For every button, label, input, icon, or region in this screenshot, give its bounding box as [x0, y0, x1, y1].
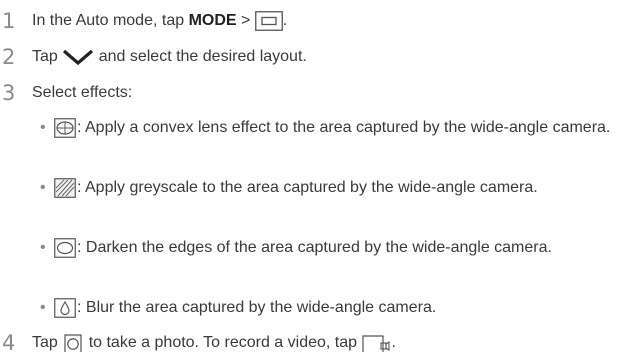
video-record-icon [361, 333, 391, 353]
bullet-dot: • [40, 239, 46, 256]
effect-description: : Darken the edges of the area captured … [77, 239, 552, 256]
bullet-dot: • [40, 119, 46, 136]
step-number: 2 [2, 45, 16, 69]
step-text: and select the desired layout. [94, 48, 307, 65]
step-text: to take a photo. To record a video, tap [84, 334, 362, 351]
mode-label: MODE [188, 12, 237, 29]
greyscale-icon [54, 177, 76, 198]
effect-description: : Apply a convex lens effect to the area… [77, 119, 611, 136]
effect-item-convex-lens: • : Apply a convex lens effect to the ar… [40, 116, 620, 140]
step-text: Tap [32, 334, 63, 351]
effect-description: : Apply greyscale to the area captured b… [77, 179, 538, 196]
step-1: 1 In the Auto mode, tap MODE > . [2, 9, 287, 33]
effect-item-blur: • : Blur the area captured by the wide-a… [40, 296, 620, 320]
step-number: 4 [2, 331, 16, 355]
bullet-dot: • [40, 179, 46, 196]
step-number: 3 [2, 81, 16, 105]
single-rectangle-icon [254, 11, 283, 31]
effect-item-vignette: • : Darken the edges of the area capture… [40, 236, 620, 260]
instruction-document: 1 In the Auto mode, tap MODE > . 2 Tap a… [0, 0, 628, 364]
bullet-dot: • [40, 299, 46, 316]
effect-item-greyscale: • : Apply greyscale to the area captured… [40, 176, 620, 200]
step-text: In the Auto mode, tap [32, 12, 189, 29]
vignette-icon [54, 237, 76, 258]
step-4: 4 Tap to take a photo. To record a video… [2, 331, 396, 355]
chevron-down-icon [62, 47, 94, 67]
step-text: . [282, 12, 288, 29]
step-text: > [236, 12, 255, 29]
step-2: 2 Tap and select the desired layout. [2, 45, 307, 69]
step-text: . [391, 334, 396, 351]
step-number: 1 [2, 9, 16, 33]
step-text: Select effects: [32, 84, 133, 101]
camera-shutter-icon [62, 333, 84, 353]
effect-description: : Blur the area captured by the wide-ang… [77, 299, 437, 316]
convex-lens-icon [54, 117, 76, 138]
step-text: Tap [32, 48, 63, 65]
blur-icon [54, 297, 76, 318]
step-3: 3 Select effects: [2, 81, 132, 105]
